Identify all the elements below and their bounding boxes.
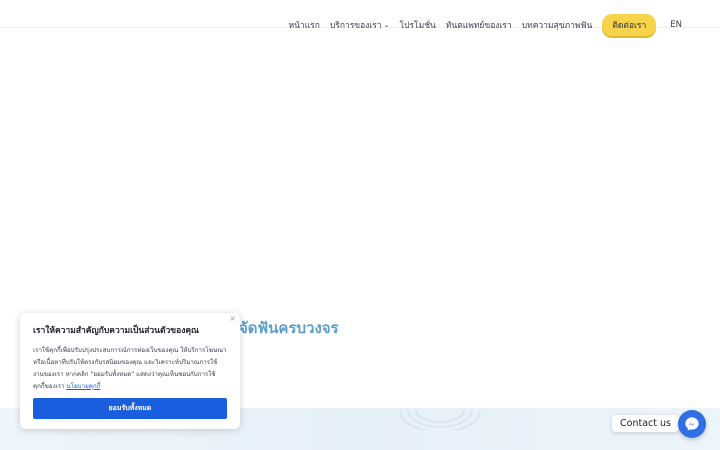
decorative-rings [399,409,481,430]
contact-us-button[interactable]: ติดต่อเรา [602,14,657,36]
messenger-icon [685,417,699,431]
nav-services[interactable]: บริการของเรา ⌄ [330,18,390,32]
cookie-banner: × เราให้ความสำคัญกับความเป็นส่วนตัวของคุ… [20,313,240,429]
cookie-body: เราใช้คุกกี้เพื่อปรับปรุงประสบการณ์การท่… [33,345,227,393]
cookie-title: เราให้ความสำคัญกับความเป็นส่วนตัวของคุณ [33,326,199,336]
main-nav: หน้าแรก บริการของเรา ⌄ โปรโมชั่น ทันตแพท… [278,0,720,50]
nav-services-label: บริการของเรา [329,21,382,31]
language-switch[interactable]: EN [670,20,682,30]
hero-title: จัดฟันครบวงจร [239,319,339,337]
nav-home[interactable]: หน้าแรก [288,18,319,32]
contact-us-label[interactable]: Contact us [612,415,679,432]
accept-all-button[interactable]: ยอมรับทั้งหมด [33,398,227,419]
nav-dentists[interactable]: ทันตแพทย์ของเรา [446,18,512,32]
nav-promotions[interactable]: โปรโมชั่น [400,18,436,32]
chevron-down-icon: ⌄ [383,21,390,29]
close-icon[interactable]: × [229,314,236,323]
nav-articles[interactable]: บทความสุขภาพฟัน [522,18,593,32]
cookie-body-text: เราใช้คุกกี้เพื่อปรับปรุงประสบการณ์การท่… [33,347,227,390]
messenger-button[interactable] [678,410,706,438]
cookie-policy-link[interactable]: นโยบายคุกกี้ [66,383,100,390]
page: หน้าแรก บริการของเรา ⌄ โปรโมชั่น ทันตแพท… [0,0,720,450]
